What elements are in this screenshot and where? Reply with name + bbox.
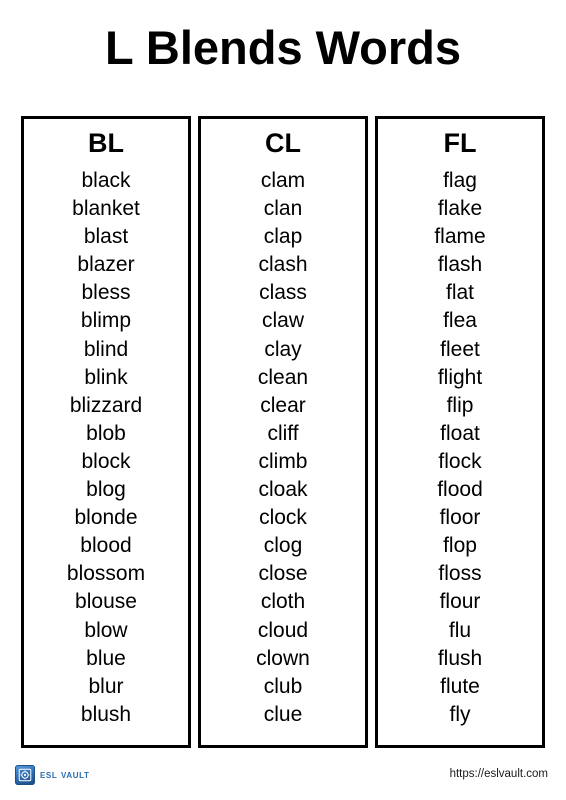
- footer-url[interactable]: https://eslvault.com: [450, 768, 548, 781]
- word-item: blob: [86, 421, 126, 445]
- word-item: clan: [263, 197, 303, 221]
- word-item: black: [81, 169, 131, 192]
- word-column-bl: BL black blanket blast blazer bless blim…: [21, 116, 191, 748]
- page-title: L Blends Words: [104, 21, 462, 74]
- word-item: flop: [443, 534, 477, 558]
- word-item: blood: [80, 534, 132, 558]
- column-header-cl: CL: [265, 128, 301, 158]
- word-item: flood: [437, 478, 483, 502]
- word-item: clap: [263, 225, 303, 249]
- word-item: blow: [84, 618, 128, 642]
- word-item: close: [258, 562, 308, 586]
- word-column-fl: FL flag flake flame flash flat flea flee…: [375, 116, 545, 748]
- word-item: cliff: [267, 421, 299, 445]
- word-item: clash: [258, 253, 308, 277]
- word-item: cloud: [257, 618, 309, 642]
- word-columns-container: BL black blanket blast blazer bless blim…: [21, 116, 545, 748]
- word-item: clog: [263, 534, 303, 558]
- word-item: cloak: [258, 478, 308, 502]
- word-item: flip: [446, 393, 474, 417]
- word-item: clown: [256, 646, 310, 670]
- word-item: clay: [264, 337, 302, 361]
- word-item: blizzard: [69, 393, 143, 417]
- word-item: blossom: [66, 562, 146, 586]
- brand-logo[interactable]: ESL VAULT: [15, 765, 90, 785]
- word-item: blue: [86, 646, 126, 670]
- word-item: blanket: [72, 197, 140, 221]
- word-item: flush: [437, 646, 483, 670]
- word-item: flame: [434, 225, 486, 249]
- word-item: blind: [83, 337, 129, 361]
- word-item: cloth: [260, 590, 306, 614]
- word-item: clean: [257, 365, 309, 389]
- brand-name: ESL VAULT: [40, 768, 90, 781]
- word-item: bless: [81, 281, 131, 305]
- word-item: flu: [448, 618, 472, 642]
- vault-icon: [15, 765, 35, 785]
- word-item: climb: [258, 449, 308, 473]
- word-item: fleet: [440, 337, 480, 361]
- worksheet-page: L Blends Words BL black blanket blast bl…: [0, 0, 566, 800]
- word-item: fly: [449, 702, 471, 726]
- word-item: floss: [438, 562, 482, 586]
- word-item: flat: [445, 281, 474, 305]
- word-item: blimp: [80, 309, 132, 333]
- word-list-fl: flag flake flame flash flat flea fleet f…: [378, 167, 542, 729]
- word-item: flock: [438, 449, 482, 473]
- word-item: blog: [86, 478, 126, 502]
- word-item: clue: [263, 702, 303, 726]
- word-item: flute: [440, 674, 480, 698]
- word-item: blink: [84, 365, 128, 389]
- page-footer: ESL VAULT https://eslvault.com: [0, 760, 566, 800]
- word-item: flake: [437, 197, 483, 221]
- word-item: class: [259, 281, 307, 305]
- word-item: flea: [443, 309, 477, 333]
- word-item: clock: [259, 506, 307, 530]
- word-item: flag: [443, 169, 477, 192]
- word-item: blast: [83, 225, 129, 249]
- word-item: club: [263, 674, 303, 698]
- word-list-bl: black blanket blast blazer bless blimp b…: [24, 167, 188, 729]
- word-item: clam: [260, 169, 306, 192]
- word-list-cl: clam clan clap clash class claw clay cle…: [201, 167, 365, 729]
- word-item: blonde: [74, 506, 138, 530]
- word-item: blush: [80, 702, 132, 726]
- word-item: flour: [439, 590, 481, 614]
- word-column-cl: CL clam clan clap clash class claw clay …: [198, 116, 368, 748]
- word-item: flight: [437, 365, 483, 389]
- column-header-fl: FL: [443, 128, 477, 158]
- column-header-bl: BL: [88, 128, 124, 158]
- word-item: blazer: [77, 253, 135, 277]
- word-item: claw: [261, 309, 304, 333]
- word-item: clear: [260, 393, 306, 417]
- word-item: block: [81, 449, 131, 473]
- word-item: blouse: [75, 590, 137, 614]
- word-item: blur: [88, 674, 124, 698]
- word-item: floor: [439, 506, 481, 530]
- word-item: float: [440, 421, 480, 445]
- word-item: flash: [437, 253, 483, 277]
